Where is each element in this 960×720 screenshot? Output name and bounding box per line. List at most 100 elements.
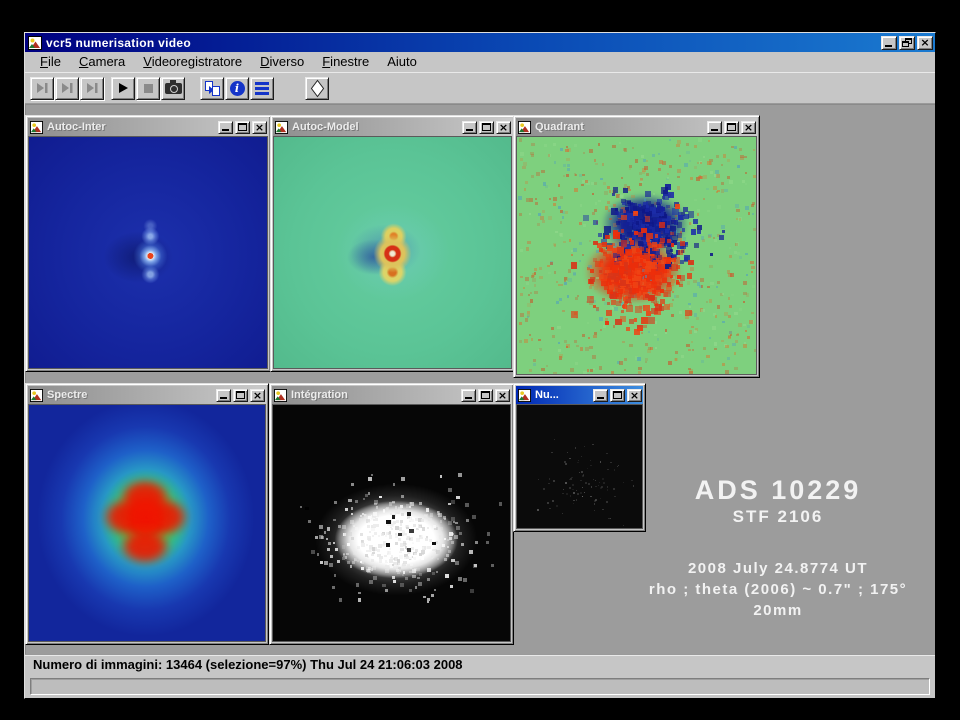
close-button[interactable]: ×	[495, 389, 510, 402]
maximize-icon	[482, 123, 491, 131]
app-icon	[28, 36, 42, 50]
menu-aiuto[interactable]: Aiuto	[378, 52, 426, 72]
restore-icon	[902, 38, 912, 47]
quadrant-titlebar[interactable]: Quadrant ×	[516, 118, 757, 136]
minimize-button[interactable]	[593, 389, 608, 402]
menu-file[interactable]: File	[31, 52, 70, 72]
menu-camera[interactable]: Camera	[70, 52, 134, 72]
close-icon: ×	[255, 122, 264, 133]
autoc-inter-image	[28, 136, 268, 369]
info-button[interactable]: i	[225, 77, 249, 100]
play-button[interactable]	[111, 77, 135, 100]
minimize-icon	[711, 129, 718, 131]
integration-titlebar[interactable]: Intégration ×	[272, 386, 511, 404]
progress-bar	[30, 678, 930, 695]
close-button[interactable]: ×	[627, 389, 642, 402]
window-autoc-model: Autoc-Model ×	[270, 115, 515, 372]
window-quadrant: Quadrant ×	[513, 115, 760, 378]
autoc-model-titlebar[interactable]: Autoc-Model ×	[273, 118, 512, 136]
window-icon	[275, 121, 288, 134]
minimize-button[interactable]	[881, 36, 897, 50]
restore-button[interactable]	[899, 36, 915, 50]
integration-title: Intégration	[291, 389, 461, 401]
step-next-icon	[60, 82, 74, 94]
minimize-icon	[885, 45, 892, 47]
window-integration: Intégration ×	[269, 383, 514, 645]
spectre-titlebar[interactable]: Spectre ×	[28, 386, 266, 404]
autoc-model-title: Autoc-Model	[292, 121, 462, 133]
minimize-icon	[222, 129, 229, 131]
close-button[interactable]: ×	[917, 36, 933, 50]
spectre-title: Spectre	[47, 389, 216, 401]
stop-button[interactable]	[136, 77, 160, 100]
step-next-icon	[35, 82, 49, 94]
maximize-button[interactable]	[610, 389, 625, 402]
maximize-button[interactable]	[724, 121, 739, 134]
app-window: vcr5 numerisation video × File Camera Vi…	[24, 32, 936, 699]
minimize-icon	[597, 397, 604, 399]
maximize-button[interactable]	[233, 389, 248, 402]
menu-bar: File Camera Videoregistratore Diverso Fi…	[25, 52, 935, 72]
autoc-inter-titlebar[interactable]: Autoc-Inter ×	[28, 118, 268, 136]
status-bar: Numero di immagini: 13464 (selezione=97%…	[25, 654, 935, 674]
rho-theta: rho ; theta (2006) ~ 0.7" ; 175°	[623, 579, 933, 600]
close-icon: ×	[920, 37, 929, 48]
autoc-inter-title: Autoc-Inter	[47, 121, 218, 133]
close-icon: ×	[253, 390, 262, 401]
close-icon: ×	[630, 390, 639, 401]
status-text: Numero di immagini: 13464 (selezione=97%…	[33, 657, 463, 672]
copy-button[interactable]	[200, 77, 224, 100]
close-button[interactable]: ×	[252, 121, 267, 134]
menu-videoregistratore[interactable]: Videoregistratore	[134, 52, 251, 72]
minimize-button[interactable]	[216, 389, 231, 402]
maximize-icon	[236, 391, 245, 399]
eraser-icon	[310, 79, 323, 97]
step-button-1[interactable]	[30, 77, 54, 100]
list-button[interactable]	[250, 77, 274, 100]
list-bars-icon	[255, 82, 269, 95]
minimize-button[interactable]	[707, 121, 722, 134]
maximize-icon	[727, 123, 736, 131]
spectre-image	[28, 404, 266, 642]
close-icon: ×	[498, 390, 507, 401]
minimize-icon	[466, 129, 473, 131]
erase-button[interactable]	[305, 77, 329, 100]
copy-pages-icon	[205, 81, 220, 96]
maximize-icon	[238, 123, 247, 131]
step-next-icon	[85, 82, 99, 94]
window-icon	[274, 389, 287, 402]
minimize-button[interactable]	[462, 121, 477, 134]
minimize-button[interactable]	[218, 121, 233, 134]
menu-finestre[interactable]: Finestre	[313, 52, 378, 72]
step-button-3[interactable]	[80, 77, 104, 100]
progress-strip	[25, 674, 935, 698]
target-designation: ADS 10229	[623, 474, 933, 506]
window-titlebar[interactable]: vcr5 numerisation video ×	[25, 33, 935, 52]
info-icon: i	[230, 81, 245, 96]
menu-diverso[interactable]: Diverso	[251, 52, 313, 72]
target-annotation: ADS 10229 STF 2106 2008 July 24.8774 UT …	[623, 474, 933, 621]
close-icon: ×	[499, 122, 508, 133]
window-title: vcr5 numerisation video	[46, 36, 881, 50]
maximize-button[interactable]	[479, 121, 494, 134]
minimize-icon	[465, 397, 472, 399]
mdi-workspace: Autoc-Inter × Autoc-Model	[25, 104, 935, 654]
observation-date: 2008 July 24.8774 UT	[623, 558, 933, 579]
nu-title: Nu...	[535, 389, 593, 401]
maximize-button[interactable]	[235, 121, 250, 134]
capture-button[interactable]	[161, 77, 185, 100]
maximize-button[interactable]	[478, 389, 493, 402]
minimize-button[interactable]	[461, 389, 476, 402]
window-icon	[518, 121, 531, 134]
quadrant-title: Quadrant	[535, 121, 707, 133]
close-button[interactable]: ×	[496, 121, 511, 134]
step-button-2[interactable]	[55, 77, 79, 100]
maximize-icon	[613, 391, 622, 399]
window-icon	[30, 389, 43, 402]
close-button[interactable]: ×	[741, 121, 756, 134]
camera-icon	[165, 83, 182, 94]
nu-titlebar[interactable]: Nu... ×	[516, 386, 643, 404]
close-button[interactable]: ×	[250, 389, 265, 402]
window-icon	[30, 121, 43, 134]
window-icon	[518, 389, 531, 402]
